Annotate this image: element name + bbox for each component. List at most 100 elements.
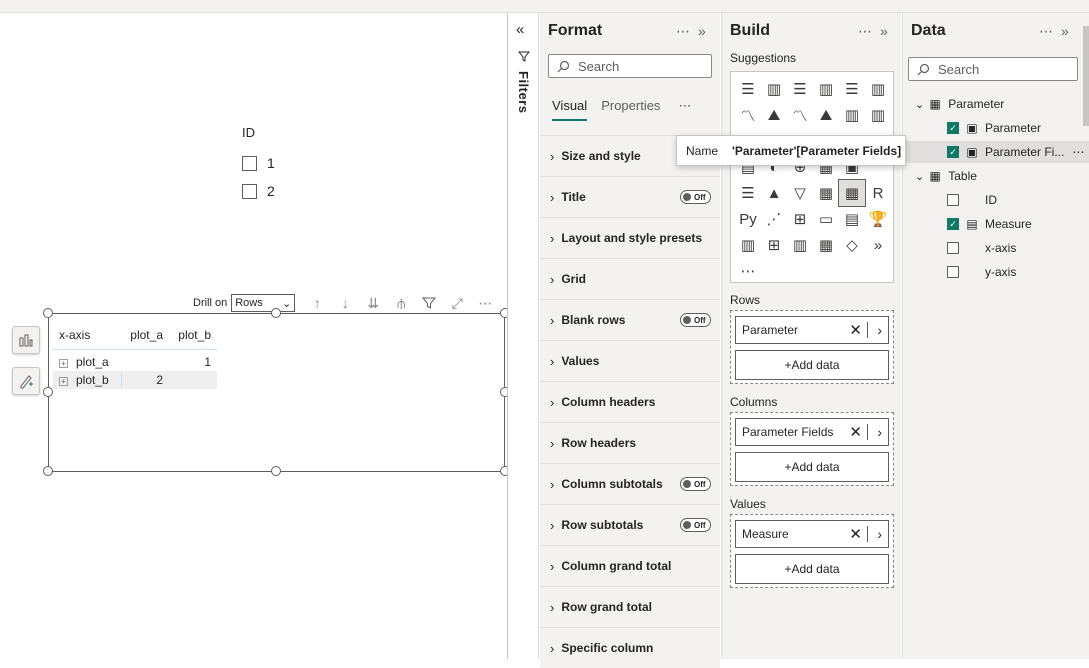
visual-build-icon[interactable]: [12, 326, 40, 354]
table-node[interactable]: ⌄ ▦ Parameter: [903, 93, 1089, 115]
drill-on-select[interactable]: Rows ⌄: [231, 294, 296, 312]
resize-handle[interactable]: [43, 387, 53, 397]
field-chip[interactable]: Parameter Fields ✕ ›: [735, 418, 889, 446]
resize-handle[interactable]: [271, 308, 281, 318]
format-section[interactable]: › Column grand total: [540, 545, 720, 586]
column-header[interactable]: plot_b: [169, 328, 217, 342]
field-row[interactable]: ID: [903, 189, 1089, 211]
row-header[interactable]: + plot_a: [53, 355, 121, 369]
format-section[interactable]: › Title Off: [540, 176, 720, 217]
visual-type-icon[interactable]: ▭: [813, 206, 839, 232]
expand-icon[interactable]: +: [59, 359, 68, 368]
field-checkbox[interactable]: [947, 242, 959, 254]
visual-type-icon[interactable]: ⊞: [761, 232, 787, 258]
format-section[interactable]: › Blank rows Off: [540, 299, 720, 340]
visual-type-icon[interactable]: ▽: [787, 180, 813, 206]
close-icon[interactable]: ✕: [849, 525, 862, 543]
columns-well[interactable]: Parameter Fields ✕ › +Add data: [730, 412, 894, 486]
field-checkbox[interactable]: [947, 194, 959, 206]
visual-type-icon[interactable]: ⛰: [761, 102, 787, 128]
visual-type-icon[interactable]: Py: [735, 206, 761, 232]
format-section[interactable]: › Row headers: [540, 422, 720, 463]
visual-type-icon[interactable]: ▥: [761, 76, 787, 102]
visual-type-icon[interactable]: »: [865, 232, 891, 258]
more-options-icon[interactable]: ⋯: [858, 23, 874, 39]
visual-type-icon[interactable]: 〽: [787, 102, 813, 128]
chevron-right-icon[interactable]: ›: [877, 424, 882, 440]
more-options-icon[interactable]: ⋯: [1039, 23, 1055, 39]
visual-type-icon[interactable]: ▥: [787, 232, 813, 258]
format-section[interactable]: › Column subtotals Off: [540, 463, 720, 504]
chevron-down-icon[interactable]: ⌄: [915, 170, 924, 183]
slicer-checkbox[interactable]: [242, 155, 257, 171]
visual-type-icon[interactable]: ☰: [735, 180, 761, 206]
field-row[interactable]: ✓ ▣ Parameter Fi... ⋯: [903, 141, 1089, 163]
data-search-input[interactable]: Search: [908, 57, 1078, 81]
field-row[interactable]: ✓ ▤ Measure: [903, 213, 1089, 235]
visual-type-icon[interactable]: ▥: [839, 102, 865, 128]
visual-type-icon[interactable]: ▲: [761, 180, 787, 206]
visual-type-icon[interactable]: 🏆: [865, 206, 891, 232]
field-row[interactable]: x-axis: [903, 237, 1089, 259]
chevron-right-icon[interactable]: ›: [877, 526, 882, 542]
expand-icon[interactable]: +: [59, 377, 68, 386]
row-header[interactable]: + plot_b: [53, 373, 121, 387]
field-checkbox[interactable]: ✓: [947, 218, 959, 230]
field-checkbox[interactable]: ✓: [947, 146, 959, 158]
format-section[interactable]: › Grid: [540, 258, 720, 299]
collapse-pane-icon[interactable]: »: [698, 23, 708, 39]
more-options-icon[interactable]: ⋯: [471, 293, 499, 313]
scrollbar[interactable]: [1083, 26, 1089, 126]
visual-type-icon[interactable]: ☰: [787, 76, 813, 102]
field-row[interactable]: ✓ ▣ Parameter: [903, 117, 1089, 139]
visual-type-icon[interactable]: ▦: [813, 180, 839, 206]
resize-handle[interactable]: [43, 308, 53, 318]
field-checkbox[interactable]: ✓: [947, 122, 959, 134]
visual-type-icon[interactable]: ▥: [735, 232, 761, 258]
field-row[interactable]: y-axis: [903, 261, 1089, 283]
visual-type-icon[interactable]: ▥: [865, 102, 891, 128]
format-section[interactable]: › Column headers: [540, 381, 720, 422]
add-data-button[interactable]: +Add data: [735, 554, 889, 584]
visual-type-icon[interactable]: ◇: [839, 232, 865, 258]
chevron-down-icon[interactable]: ⌄: [915, 98, 924, 111]
collapse-pane-icon[interactable]: »: [1061, 23, 1071, 39]
next-level-icon[interactable]: ⇊: [359, 293, 387, 313]
visual-type-icon[interactable]: ☰: [839, 76, 865, 102]
more-options-icon[interactable]: ⋯: [1072, 145, 1085, 159]
toggle-switch[interactable]: Off: [680, 313, 711, 327]
close-icon[interactable]: ✕: [849, 321, 862, 339]
format-visual-icon[interactable]: [12, 367, 40, 395]
slicer-item[interactable]: 2: [242, 177, 362, 205]
column-header[interactable]: plot_a: [121, 328, 169, 342]
filters-pane-collapsed[interactable]: « Filters: [507, 13, 539, 659]
toggle-switch[interactable]: Off: [680, 190, 711, 204]
resize-handle[interactable]: [271, 466, 281, 476]
visual-type-icon[interactable]: ⊞: [787, 206, 813, 232]
slicer-checkbox[interactable]: [242, 183, 257, 199]
drill-down-icon[interactable]: ↓: [331, 293, 359, 313]
visual-type-icon[interactable]: ☰: [735, 76, 761, 102]
field-chip[interactable]: Parameter ✕ ›: [735, 316, 889, 344]
table-node[interactable]: ⌄ ▦ Table: [903, 165, 1089, 187]
rows-well[interactable]: Parameter ✕ › +Add data: [730, 310, 894, 384]
collapse-pane-icon[interactable]: »: [880, 23, 890, 39]
visual-type-icon[interactable]: ⋰: [761, 206, 787, 232]
format-section[interactable]: › Row subtotals Off: [540, 504, 720, 545]
values-well[interactable]: Measure ✕ › +Add data: [730, 514, 894, 588]
visual-type-icon[interactable]: 〽: [735, 102, 761, 128]
matrix-visual[interactable]: x-axis plot_a plot_b + plot_a 1 + plot_b 2: [43, 308, 510, 476]
toggle-switch[interactable]: Off: [680, 518, 711, 532]
visual-type-icon[interactable]: ▥: [813, 76, 839, 102]
chevron-right-icon[interactable]: ›: [877, 322, 882, 338]
tab-properties[interactable]: Properties: [601, 98, 660, 121]
resize-handle[interactable]: [43, 466, 53, 476]
expand-hierarchy-icon[interactable]: ⫛: [387, 293, 415, 313]
tab-visual[interactable]: Visual: [552, 98, 588, 121]
more-options-icon[interactable]: ⋯: [676, 23, 692, 39]
format-search-input[interactable]: Search: [548, 54, 712, 78]
visual-type-icon[interactable]: ▤: [839, 206, 865, 232]
toggle-switch[interactable]: Off: [680, 477, 711, 491]
expand-filters-icon[interactable]: «: [516, 21, 524, 38]
format-section[interactable]: › Specific column: [540, 627, 720, 668]
